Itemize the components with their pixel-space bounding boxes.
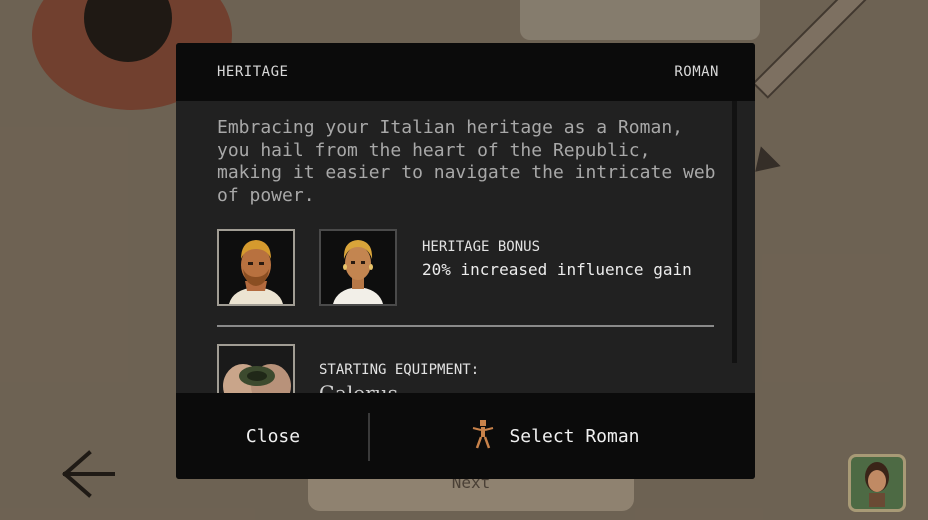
close-button[interactable]: Close [176,393,368,479]
modal-footer: Close Select Roman [176,393,755,479]
character-avatar-icon[interactable] [848,454,906,512]
select-label: Select Roman [509,425,640,447]
modal-header: HERITAGE ROMAN [176,43,755,101]
heritage-description: Embracing your Italian heritage as a Rom… [217,117,716,206]
section-divider [217,325,714,327]
scrollbar[interactable] [732,101,737,363]
equipment-thumbnail [217,344,295,393]
equipment-item: Galerus [319,381,398,393]
header-title: HERITAGE [217,64,289,80]
male-portrait [217,229,295,306]
modal-body[interactable]: Embracing your Italian heritage as a Rom… [176,101,755,393]
figure-icon [471,419,495,454]
bonus-text: 20% increased influence gain [422,260,692,279]
heritage-modal: HERITAGE ROMAN Embracing your Italian he… [176,43,755,479]
close-label: Close [245,425,301,447]
select-heritage-button[interactable]: Select Roman [370,393,755,479]
bonus-title: HERITAGE BONUS [422,239,541,255]
female-portrait [319,229,397,306]
header-heritage-name: ROMAN [674,64,719,80]
back-arrow-icon[interactable] [58,446,118,502]
equipment-title: STARTING EQUIPMENT: [319,362,480,378]
